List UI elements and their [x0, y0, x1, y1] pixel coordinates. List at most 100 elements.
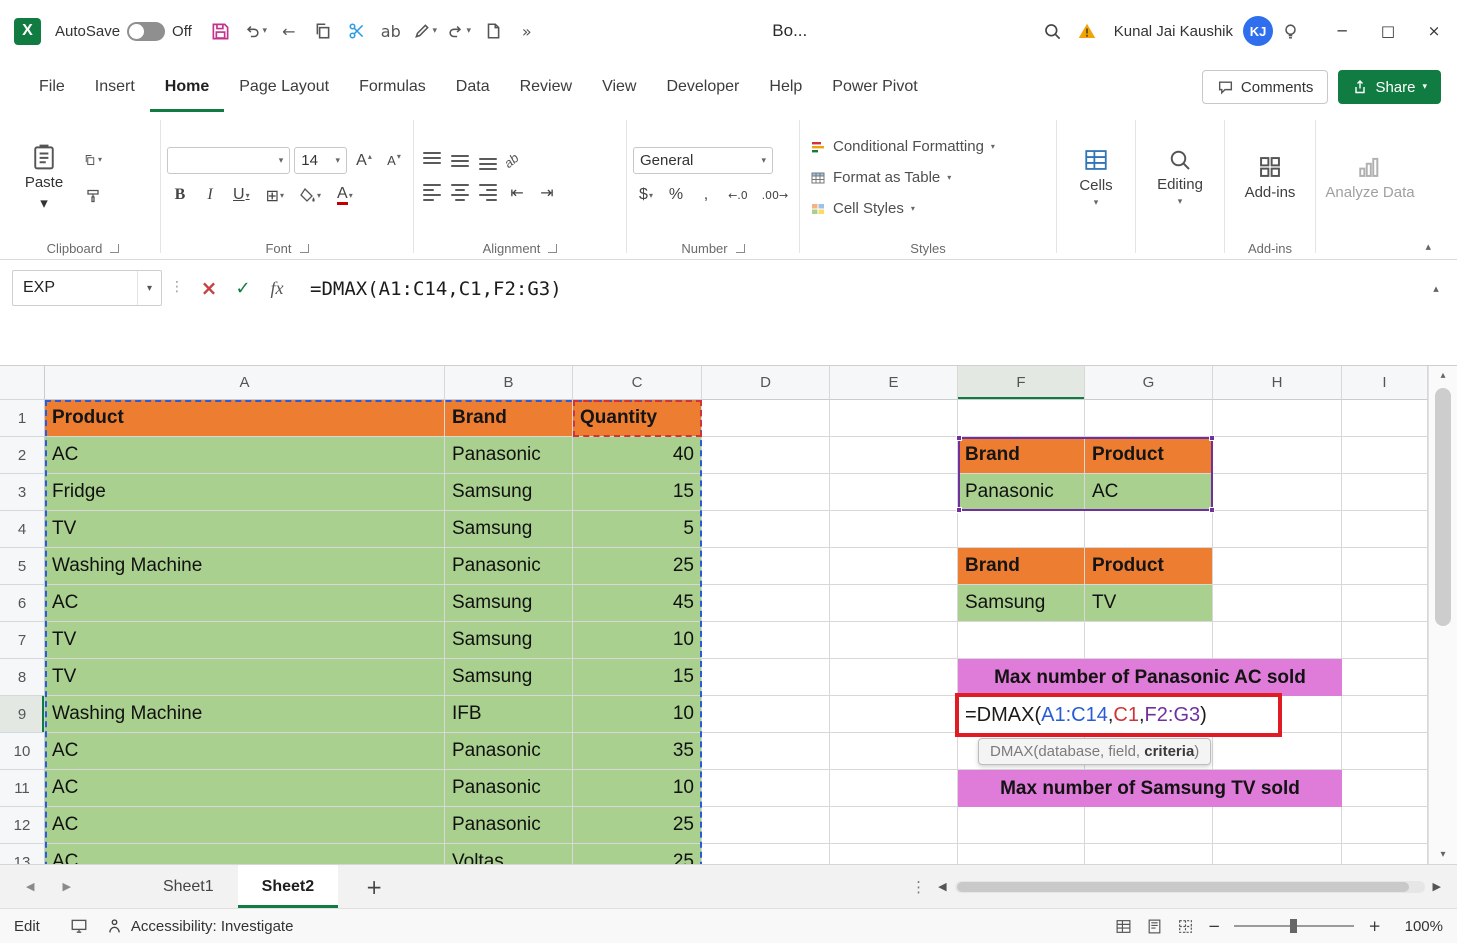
column-header-I[interactable]: I: [1342, 366, 1428, 400]
cell-E12[interactable]: [830, 807, 958, 844]
autosave-switch[interactable]: [127, 22, 165, 41]
conditional-formatting-dropdown-icon[interactable]: ▾: [991, 142, 995, 151]
cell-A10[interactable]: AC: [45, 733, 445, 770]
cell-E3[interactable]: [830, 474, 958, 511]
cell-A7[interactable]: TV: [45, 622, 445, 659]
redo-button[interactable]: ▾: [442, 14, 476, 48]
cell-A3[interactable]: Fridge: [45, 474, 445, 511]
cell-D11[interactable]: [702, 770, 830, 807]
cells-button[interactable]: Cells ▾: [1069, 147, 1122, 208]
back-button[interactable]: ←: [272, 14, 306, 48]
cell-F7[interactable]: [958, 622, 1085, 659]
cell-B12[interactable]: Panasonic: [445, 807, 573, 844]
copy-button-qat[interactable]: [306, 14, 340, 48]
font-color-button[interactable]: A▾: [331, 182, 359, 208]
row-header-2[interactable]: 2: [0, 437, 45, 474]
horizontal-scrollbar-thumb[interactable]: [957, 882, 1409, 892]
search-button[interactable]: [1036, 14, 1070, 48]
draw-button[interactable]: ▾: [408, 14, 442, 48]
new-document-button[interactable]: [476, 14, 510, 48]
spelling-button[interactable]: ab: [374, 14, 408, 48]
scroll-down-icon[interactable]: ▾: [1429, 849, 1457, 860]
cell-B4[interactable]: Samsung: [445, 511, 573, 548]
cell-A4[interactable]: TV: [45, 511, 445, 548]
cell-H4[interactable]: [1213, 511, 1342, 548]
cell-F13[interactable]: [958, 844, 1085, 864]
cell-E2[interactable]: [830, 437, 958, 474]
percent-style-button[interactable]: %: [663, 182, 689, 208]
view-page-break-icon[interactable]: [1177, 918, 1194, 935]
ribbon-tab-formulas[interactable]: Formulas: [344, 62, 441, 112]
copy-button[interactable]: ▾: [78, 147, 108, 173]
cell-E13[interactable]: [830, 844, 958, 864]
cell-E11[interactable]: [830, 770, 958, 807]
cell-C10[interactable]: 35: [573, 733, 702, 770]
formula-input[interactable]: =DMAX(A1:C14,C1,F2:G3): [294, 270, 1415, 300]
copy-dropdown-icon[interactable]: ▾: [98, 155, 102, 164]
format-as-table-dropdown-icon[interactable]: ▾: [947, 173, 951, 182]
cell-A8[interactable]: TV: [45, 659, 445, 696]
excel-logo-icon[interactable]: X: [14, 18, 41, 45]
close-button[interactable]: ×: [1411, 0, 1457, 62]
cell-G3[interactable]: AC: [1085, 474, 1213, 511]
cell-F5[interactable]: Brand: [958, 548, 1085, 585]
cell-B1[interactable]: Brand: [445, 400, 573, 437]
cell-F6[interactable]: Samsung: [958, 585, 1085, 622]
row-header-9[interactable]: 9: [0, 696, 45, 733]
enter-icon[interactable]: ✓: [226, 270, 260, 306]
column-header-F[interactable]: F: [958, 366, 1085, 400]
font-name-combo[interactable]: ▾: [167, 147, 290, 174]
alignment-dialog-launcher-icon[interactable]: [548, 244, 557, 253]
row-header-13[interactable]: 13: [0, 844, 45, 864]
cell-I1[interactable]: [1342, 400, 1428, 437]
horizontal-scrollbar[interactable]: ◀ ▶: [938, 865, 1457, 908]
cell-G13[interactable]: [1085, 844, 1213, 864]
cell-C13[interactable]: 25: [573, 844, 702, 864]
cell-H2[interactable]: [1213, 437, 1342, 474]
sheet-tab-sheet1[interactable]: Sheet1: [139, 865, 238, 908]
tell-me-button[interactable]: [1273, 14, 1307, 48]
cell-C6[interactable]: 45: [573, 585, 702, 622]
cell-I7[interactable]: [1342, 622, 1428, 659]
addins-button[interactable]: Add-ins: [1235, 154, 1306, 201]
sheet-tab-sheet2[interactable]: Sheet2: [238, 865, 338, 908]
cell-E10[interactable]: [830, 733, 958, 770]
decrease-font-size-button[interactable]: A▾: [381, 148, 407, 174]
cell-G2[interactable]: Product: [1085, 437, 1213, 474]
display-settings-icon[interactable]: [70, 917, 88, 935]
minimize-button[interactable]: ─: [1319, 0, 1365, 62]
name-box[interactable]: EXP ▾: [12, 270, 162, 306]
document-title[interactable]: Bo...: [544, 21, 1036, 41]
zoom-out-icon[interactable]: −: [1208, 917, 1221, 935]
borders-dropdown-icon[interactable]: ▾: [280, 191, 284, 200]
cell-C8[interactable]: 15: [573, 659, 702, 696]
number-dialog-launcher-icon[interactable]: [736, 244, 745, 253]
bold-button[interactable]: B: [167, 182, 193, 208]
merged-label-2[interactable]: Max number of Samsung TV sold: [958, 770, 1342, 807]
cell-H5[interactable]: [1213, 548, 1342, 585]
cell-C12[interactable]: 25: [573, 807, 702, 844]
column-header-A[interactable]: A: [45, 366, 445, 400]
clipboard-dialog-launcher-icon[interactable]: [110, 244, 119, 253]
formula-bar-grip-icon[interactable]: ⋮: [162, 270, 192, 295]
cell-H10[interactable]: [1213, 733, 1342, 770]
comma-style-button[interactable]: ,: [693, 182, 719, 208]
cell-F10[interactable]: [958, 733, 1085, 770]
underline-button[interactable]: U▾: [227, 182, 256, 208]
increase-font-size-button[interactable]: A▴: [351, 148, 377, 174]
undo-button[interactable]: ▾: [238, 14, 272, 48]
cell-I4[interactable]: [1342, 511, 1428, 548]
cell-H3[interactable]: [1213, 474, 1342, 511]
comments-button[interactable]: Comments: [1202, 70, 1329, 104]
cell-G7[interactable]: [1085, 622, 1213, 659]
cell-E1[interactable]: [830, 400, 958, 437]
cell-A2[interactable]: AC: [45, 437, 445, 474]
autosave-control[interactable]: AutoSave Off: [55, 22, 192, 41]
cancel-icon[interactable]: ×: [192, 270, 226, 306]
format-painter-button[interactable]: [78, 183, 108, 209]
accounting-dropdown-icon[interactable]: ▾: [649, 191, 653, 200]
cell-I2[interactable]: [1342, 437, 1428, 474]
cell-C11[interactable]: 10: [573, 770, 702, 807]
cell-C1[interactable]: Quantity: [573, 400, 702, 437]
cell-C4[interactable]: 5: [573, 511, 702, 548]
